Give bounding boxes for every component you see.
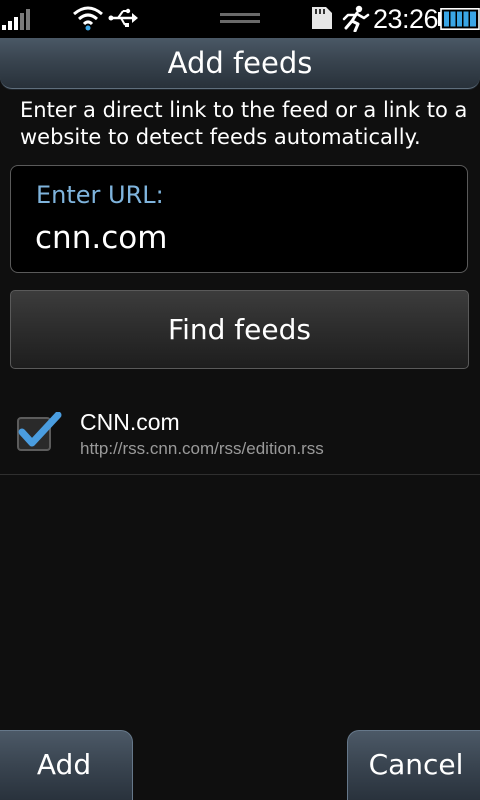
page-title: Add feeds: [167, 46, 313, 80]
sd-card-icon: [312, 7, 332, 29]
add-button[interactable]: Add: [0, 730, 133, 800]
url-field-label: Enter URL:: [36, 181, 164, 209]
title-bar: Add feeds: [0, 38, 480, 89]
feed-url: http://rss.cnn.com/rss/edition.rss: [80, 439, 324, 458]
signal-icon: [2, 9, 30, 30]
feed-list-item[interactable]: CNN.com http://rss.cnn.com/rss/edition.r…: [0, 396, 480, 475]
find-feeds-button[interactable]: Find feeds: [10, 290, 469, 369]
cancel-button[interactable]: Cancel: [347, 730, 480, 800]
running-man-icon: [342, 5, 370, 32]
status-clock: 23:26: [373, 4, 439, 34]
checkbox-checked-icon[interactable]: [16, 412, 62, 452]
url-field[interactable]: Enter URL:: [10, 165, 468, 273]
wifi-icon: [73, 6, 103, 31]
add-feeds-screen: 23:26 Add feeds Enter a direct link to t…: [0, 0, 480, 800]
usb-icon: [108, 8, 138, 27]
feed-name: CNN.com: [80, 409, 180, 435]
instructions-text: Enter a direct link to the feed or a lin…: [20, 98, 468, 149]
battery-icon: [438, 8, 480, 30]
status-bar: 23:26: [0, 0, 480, 38]
url-input[interactable]: [35, 216, 435, 260]
handle-icon[interactable]: [220, 11, 260, 25]
